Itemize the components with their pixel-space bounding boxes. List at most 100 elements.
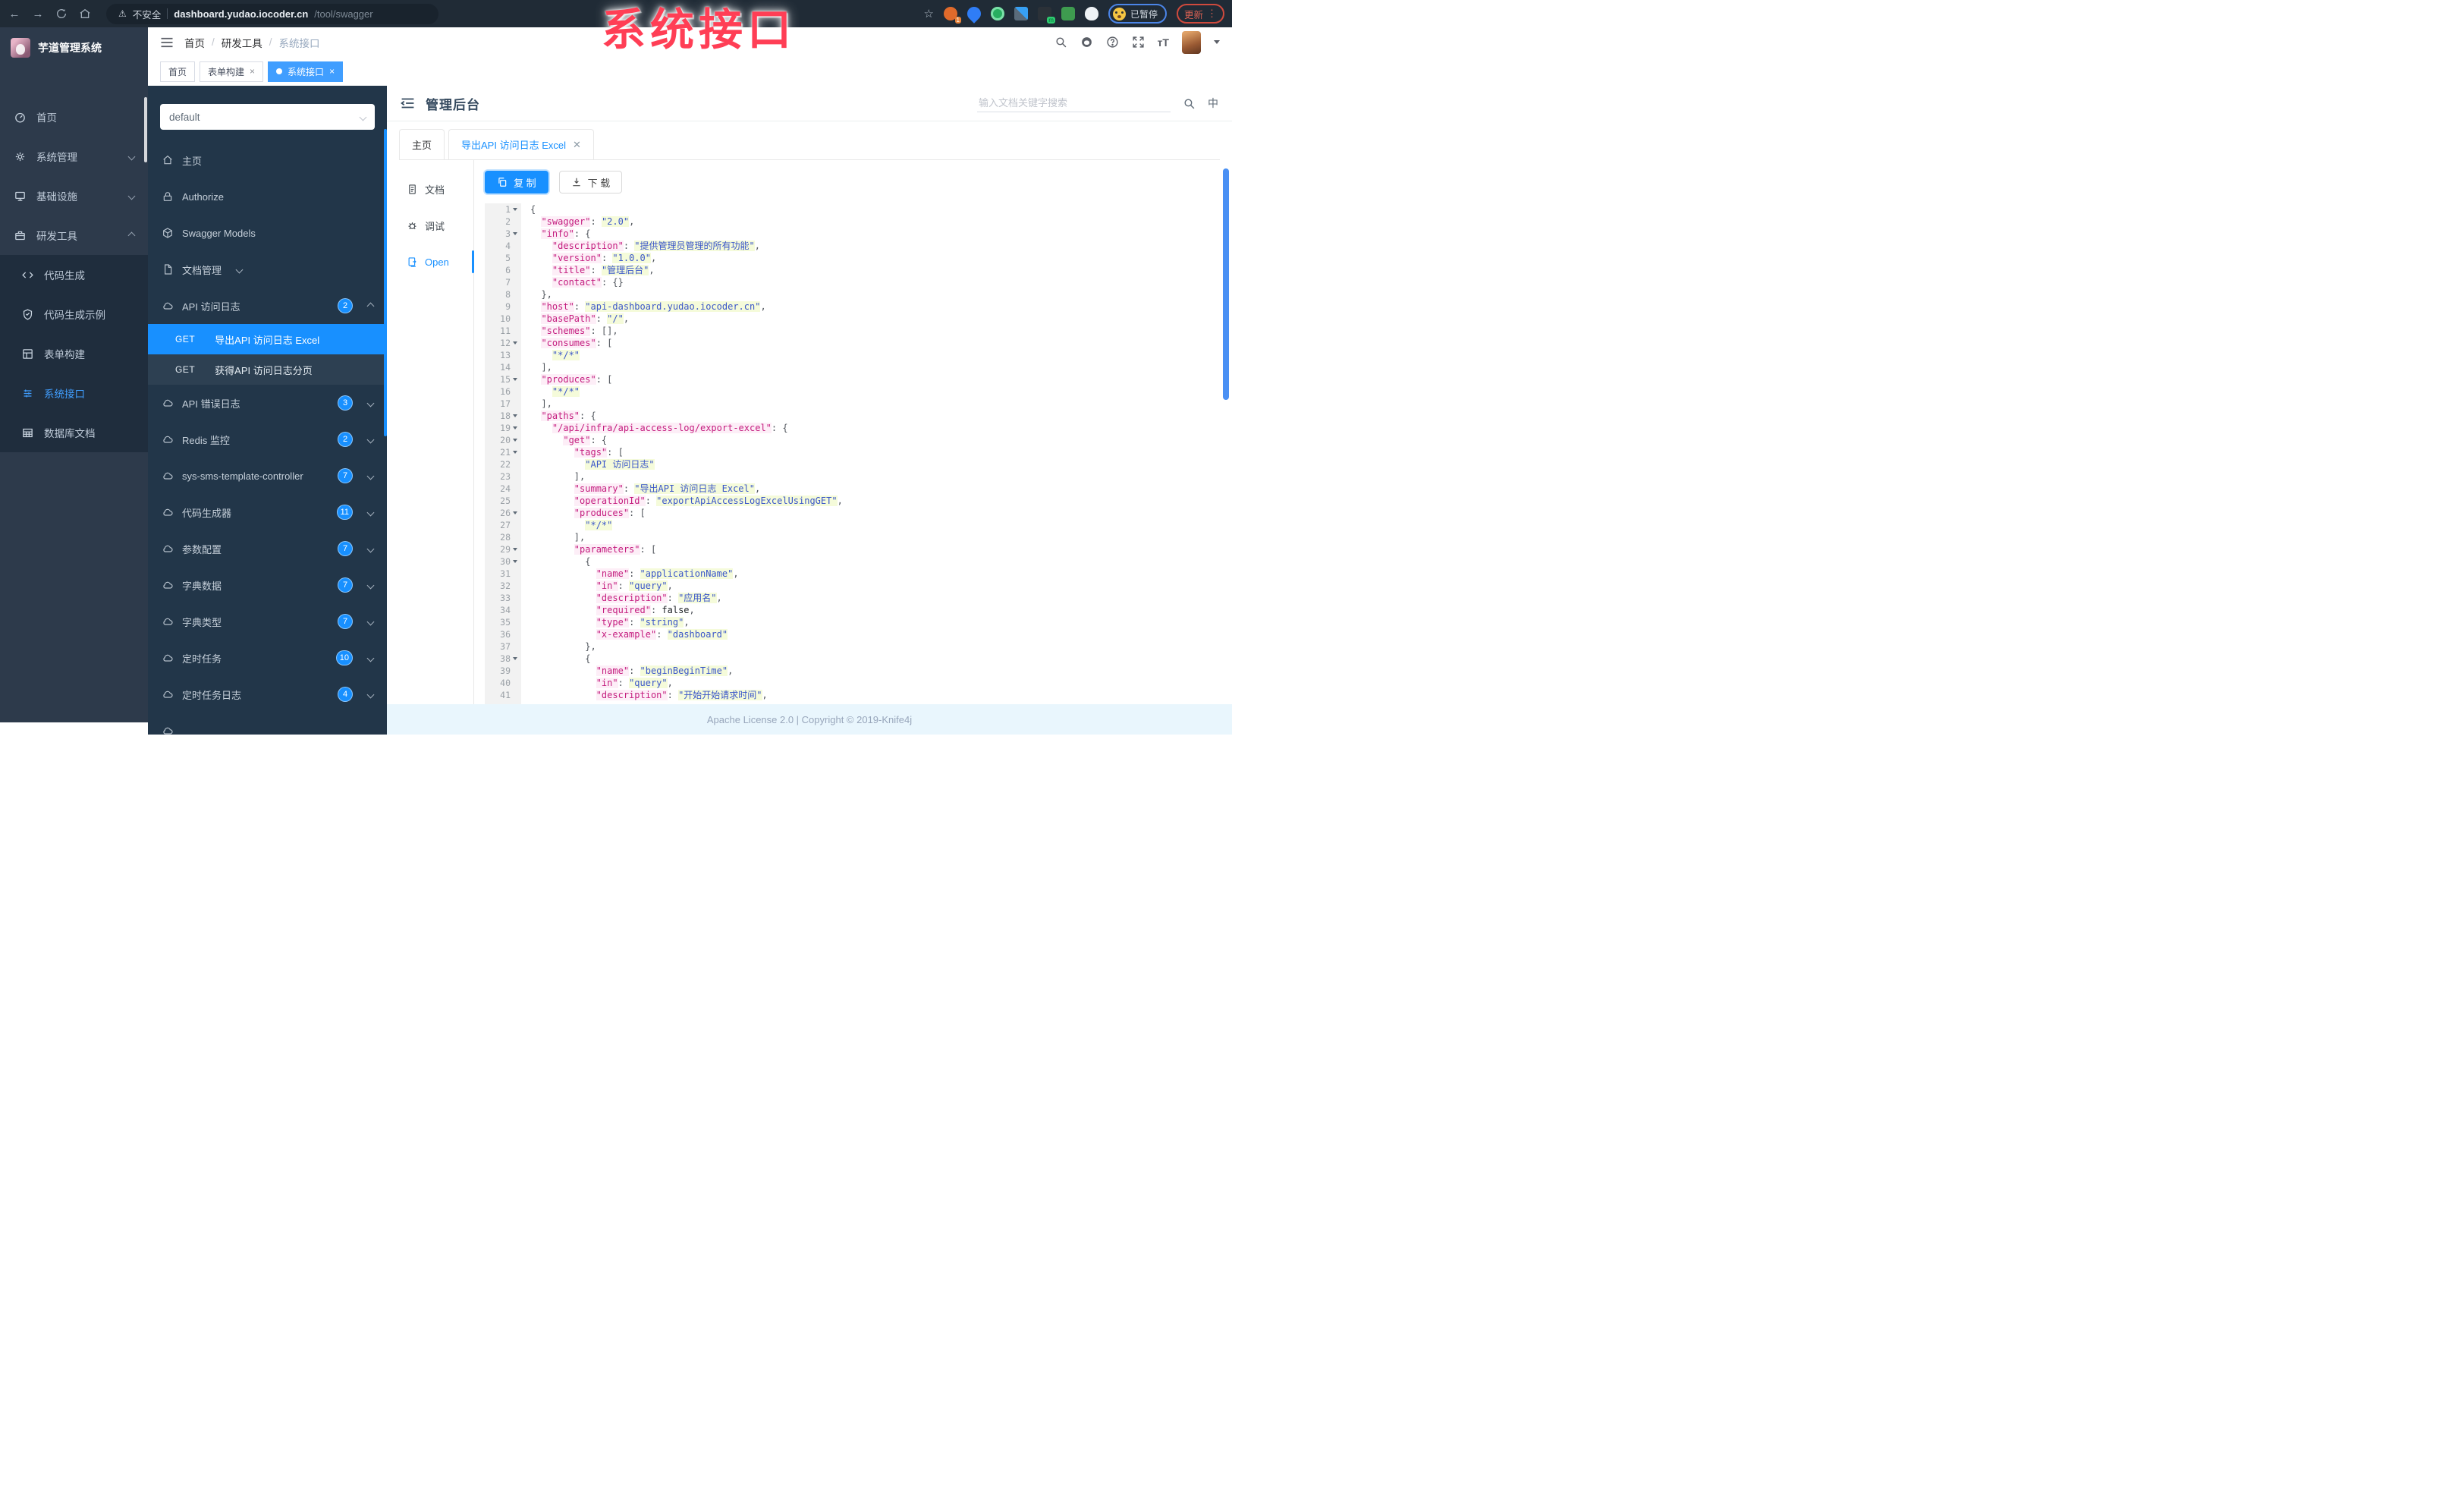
close-tab-icon[interactable]: × — [250, 66, 255, 77]
fold-toggle[interactable] — [511, 451, 519, 454]
font-size-icon[interactable]: тT — [1158, 36, 1169, 49]
sidebar-subitem-code-generation[interactable]: 代码生成 — [0, 255, 148, 294]
close-tab-icon[interactable]: × — [329, 66, 335, 77]
extension-icon-green-ring[interactable] — [990, 7, 1004, 20]
app-tab-system-api[interactable]: 系统接口 × — [268, 61, 344, 82]
sidebar-subitem-form-builder[interactable]: 表单构建 — [0, 334, 148, 373]
fold-arrow-icon[interactable] — [512, 341, 517, 345]
swagger-menu-api-error-log[interactable]: API 错误日志 3 — [148, 385, 387, 421]
cloud-icon — [162, 579, 174, 591]
swagger-menu-partial-bottom-item[interactable] — [148, 713, 387, 735]
github-icon[interactable] — [1080, 36, 1093, 49]
extension-icon-drop[interactable] — [964, 4, 984, 24]
app-sidebar-scrollbar[interactable] — [144, 97, 147, 162]
update-button[interactable]: 更新 ⋮ — [1176, 4, 1224, 24]
page-scrollbar[interactable] — [1223, 168, 1229, 400]
swagger-menu-scheduled-task[interactable]: 定时任务 10 — [148, 640, 387, 676]
extension-icon-grid[interactable] — [1014, 7, 1028, 20]
fold-arrow-icon[interactable] — [512, 511, 517, 514]
fold-toggle[interactable] — [511, 208, 519, 211]
swagger-menu-dict-type[interactable]: 字典类型 7 — [148, 603, 387, 640]
address-bar[interactable]: ⚠ 不安全 dashboard.yudao.iocoder.cn/tool/sw… — [106, 3, 438, 24]
swagger-menu-scheduled-task-log[interactable]: 定时任务日志 4 — [148, 676, 387, 713]
fold-arrow-icon[interactable] — [512, 439, 517, 442]
gutter-line: 35 — [485, 616, 521, 628]
fold-toggle[interactable] — [511, 378, 519, 381]
reload-icon[interactable] — [55, 7, 68, 20]
swagger-menu-code-generator[interactable]: 代码生成器 11 — [148, 494, 387, 530]
menu-fold-icon[interactable] — [401, 97, 415, 109]
sidebar-subitem-system-api[interactable]: 系统接口 — [0, 373, 148, 413]
api-group-select[interactable]: default — [160, 104, 375, 130]
swagger-menu-param-config[interactable]: 参数配置 7 — [148, 530, 387, 567]
paused-badge[interactable]: 已暂停 — [1108, 4, 1167, 24]
sidebar-item-home[interactable]: 首页 — [0, 97, 148, 137]
fold-arrow-icon[interactable] — [512, 426, 517, 429]
fullscreen-icon[interactable] — [1132, 36, 1145, 49]
doc-tab-export-api-access-log-excel[interactable]: 导出API 访问日志 Excel ✕ — [448, 129, 594, 159]
user-avatar[interactable] — [1182, 30, 1201, 54]
fold-toggle[interactable] — [511, 414, 519, 417]
sidebar-subitem-code-generation-example[interactable]: 代码生成示例 — [0, 294, 148, 334]
swagger-menu-sys-sms-template-controller[interactable]: sys-sms-template-controller 7 — [148, 458, 387, 494]
swagger-menu-home[interactable]: 主页 — [148, 142, 387, 178]
sidebar-item-infrastructure[interactable]: 基础设施 — [0, 176, 148, 216]
search-icon[interactable] — [1054, 36, 1067, 49]
home-icon[interactable] — [78, 7, 92, 20]
api-operation-export-api-access-log-excel[interactable]: GET 导出API 访问日志 Excel — [148, 324, 387, 354]
back-icon[interactable]: ← — [8, 7, 21, 20]
copy-button[interactable]: 复 制 — [485, 171, 548, 193]
fold-toggle[interactable] — [511, 439, 519, 442]
swagger-menu-authorize[interactable]: Authorize — [148, 178, 387, 215]
fold-arrow-icon[interactable] — [512, 548, 517, 551]
app-logo-row[interactable]: 芋道管理系统 — [0, 27, 148, 68]
swagger-menu-api-access-log[interactable]: API 访问日志 2 — [148, 288, 387, 324]
fold-arrow-icon[interactable] — [512, 414, 517, 417]
extension-icon-dark[interactable]: m — [1037, 7, 1055, 24]
hamburger-icon[interactable] — [160, 36, 174, 49]
fold-arrow-icon[interactable] — [512, 657, 517, 660]
avatar-caret-icon[interactable] — [1214, 40, 1220, 44]
swagger-menu-dict-data[interactable]: 字典数据 7 — [148, 567, 387, 603]
bookmark-star-icon[interactable]: ☆ — [924, 7, 934, 20]
fold-toggle[interactable] — [511, 560, 519, 563]
doc-search-input[interactable] — [977, 94, 1171, 112]
sidebar-item-dev-tools[interactable]: 研发工具 — [0, 216, 148, 255]
doc-search-icon[interactable] — [1183, 97, 1196, 110]
app-tab-form-builder[interactable]: 表单构建 × — [200, 61, 264, 82]
download-button[interactable]: 下 载 — [558, 171, 623, 193]
fold-arrow-icon[interactable] — [512, 232, 517, 235]
code-editor[interactable]: 1 2 3 4 5 6 7 8 9 10 11 12 13 14 15 16 17 18 19 20 21 22 23 24 2… — [485, 203, 1232, 704]
api-operation-get-api-access-log-page[interactable]: GET 获得API 访问日志分页 — [148, 354, 387, 385]
fold-arrow-icon[interactable] — [512, 378, 517, 381]
fold-toggle[interactable] — [511, 511, 519, 514]
extension-icon-leaf[interactable] — [1061, 7, 1075, 20]
swagger-menu-doc-management[interactable]: 文档管理 — [148, 251, 387, 288]
help-icon[interactable] — [1106, 36, 1119, 49]
fold-arrow-icon[interactable] — [512, 560, 517, 563]
rail-item-open[interactable]: Open — [387, 244, 474, 280]
sidebar-subitem-database-doc[interactable]: 数据库文档 — [0, 413, 148, 452]
fold-toggle[interactable] — [511, 548, 519, 551]
extension-icon-orange[interactable]: 1 — [943, 7, 961, 24]
doc-tab-home[interactable]: 主页 — [399, 129, 445, 159]
extension-icon-paw[interactable] — [1084, 7, 1098, 20]
fold-toggle[interactable] — [511, 232, 519, 235]
fold-arrow-icon[interactable] — [512, 451, 517, 454]
close-doc-tab-icon[interactable]: ✕ — [573, 139, 581, 151]
swagger-menu-redis-monitor[interactable]: Redis 监控 2 — [148, 421, 387, 458]
language-toggle[interactable]: 中 — [1208, 96, 1218, 111]
browser-menu-icon[interactable]: ⋮ — [1207, 8, 1217, 20]
swagger-menu-swagger-models[interactable]: Swagger Models — [148, 215, 387, 251]
sidebar-item-system-management[interactable]: 系统管理 — [0, 137, 148, 176]
app-tab-home[interactable]: 首页 — [160, 61, 196, 82]
fold-arrow-icon[interactable] — [512, 208, 517, 211]
fold-toggle[interactable] — [511, 657, 519, 660]
fold-toggle[interactable] — [511, 426, 519, 429]
rail-item-debug[interactable]: 调试 — [387, 207, 473, 244]
rail-item-document[interactable]: 文档 — [387, 171, 473, 207]
forward-icon[interactable]: → — [31, 7, 45, 20]
breadcrumb-item[interactable]: 研发工具 — [222, 35, 262, 50]
fold-toggle[interactable] — [511, 341, 519, 345]
breadcrumb-item[interactable]: 首页 — [184, 35, 205, 50]
